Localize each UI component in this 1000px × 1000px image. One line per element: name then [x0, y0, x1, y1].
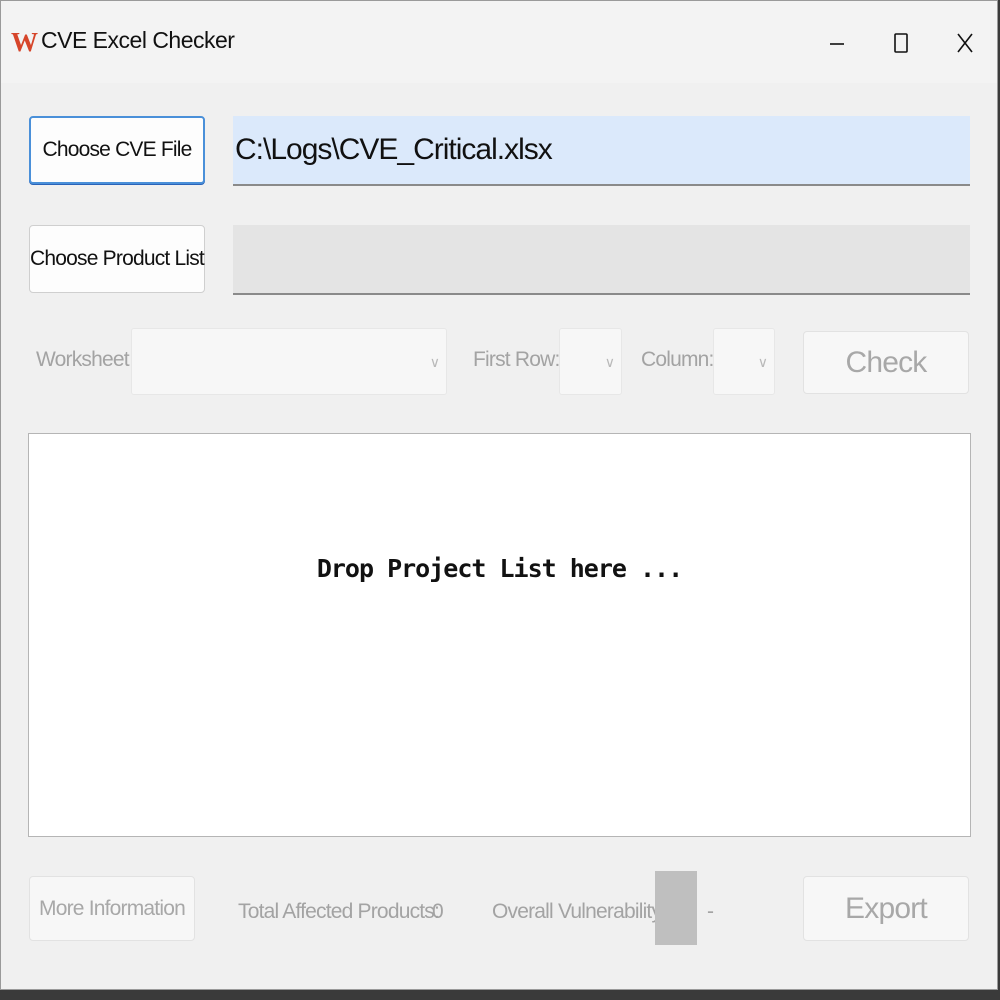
worksheet-select[interactable]: ∨ [131, 328, 447, 395]
choose-cve-file-button[interactable]: Choose CVE File [29, 116, 205, 184]
total-affected-value: 0 [432, 900, 444, 923]
worksheet-label: Worksheet [36, 348, 130, 371]
check-button[interactable]: Check [803, 331, 969, 394]
more-information-button[interactable]: More Information [29, 876, 195, 941]
cve-file-path-field[interactable]: C:\Logs\CVE_Critical.xlsx [233, 116, 970, 186]
first-row-select[interactable]: ∨ [559, 328, 622, 395]
app-window: W CVE Excel Checker Choose CVE File C:\L… [0, 0, 998, 990]
vulnerability-indicator [655, 871, 697, 945]
title-bar[interactable]: W CVE Excel Checker [1, 1, 997, 83]
total-affected-label: Total Affected Products: [238, 900, 440, 923]
column-label: Column: [641, 348, 714, 371]
chevron-down-icon: ∨ [757, 353, 768, 370]
maximize-button[interactable] [871, 15, 931, 71]
close-button[interactable] [935, 15, 995, 71]
maximize-icon [894, 33, 908, 53]
chevron-down-icon: ∨ [604, 353, 615, 370]
choose-product-list-button[interactable]: Choose Product List [29, 225, 205, 293]
first-row-label: First Row: [473, 348, 560, 371]
chevron-down-icon: ∨ [429, 353, 440, 370]
window-title: CVE Excel Checker [41, 27, 235, 53]
column-select[interactable]: ∨ [713, 328, 775, 395]
overall-vulnerability-value: - [707, 900, 714, 923]
app-logo-icon: W [11, 27, 38, 57]
close-icon [957, 33, 973, 53]
drop-zone-hint: Drop Project List here ... [316, 554, 683, 583]
export-button[interactable]: Export [803, 876, 969, 941]
overall-vulnerability-label: Overall Vulnerability: [492, 900, 667, 923]
project-list-drop-zone[interactable]: Drop Project List here ... [28, 433, 971, 837]
minimize-button[interactable] [807, 15, 867, 71]
product-list-path-field[interactable] [233, 225, 970, 295]
minimize-icon [830, 43, 844, 45]
